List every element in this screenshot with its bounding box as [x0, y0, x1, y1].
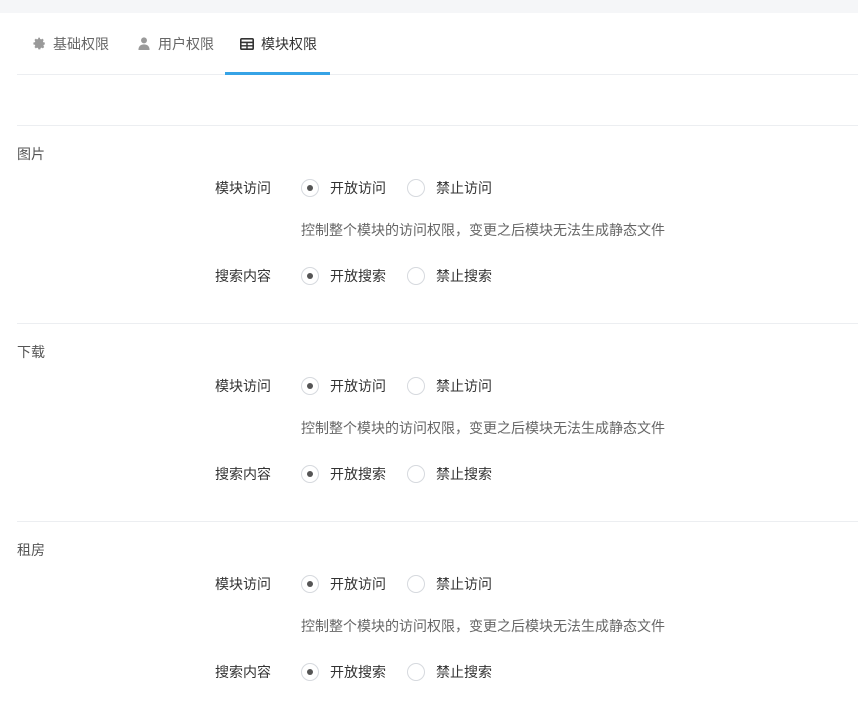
search-forbid-radio[interactable]: 禁止搜索 — [407, 464, 492, 484]
radio-circle[interactable] — [301, 377, 319, 395]
search-forbid-radio[interactable]: 禁止搜索 — [407, 662, 492, 682]
access-forbid-radio[interactable]: 禁止访问 — [407, 376, 492, 396]
access-label: 模块访问 — [215, 379, 271, 395]
option-label: 开放搜索 — [330, 665, 386, 681]
search-label: 搜索内容 — [215, 665, 271, 681]
access-forbid-radio[interactable]: 禁止访问 — [407, 178, 492, 198]
table-icon — [240, 37, 254, 51]
option-label: 禁止搜索 — [436, 665, 492, 681]
option-label: 开放搜索 — [330, 467, 386, 483]
option-label: 禁止访问 — [436, 379, 492, 395]
option-label: 开放访问 — [330, 181, 386, 197]
section-title: 图片 — [17, 147, 45, 163]
access-open-radio[interactable]: 开放访问 — [301, 574, 386, 594]
tab-module-permissions[interactable]: 模块权限 — [225, 13, 330, 75]
gear-icon — [32, 37, 46, 51]
radio-circle[interactable] — [407, 377, 425, 395]
tab-label: 模块权限 — [261, 36, 317, 53]
search-label: 搜索内容 — [215, 269, 271, 285]
section-title: 下载 — [17, 345, 45, 361]
top-strip — [0, 0, 858, 13]
search-open-radio[interactable]: 开放搜索 — [301, 464, 386, 484]
access-open-radio[interactable]: 开放访问 — [301, 376, 386, 396]
user-icon — [137, 37, 151, 51]
access-help-text: 控制整个模块的访问权限，变更之后模块无法生成静态文件 — [301, 619, 665, 635]
module-section-images: 图片 模块访问 开放访问 禁止访问 控制整个模块的访问权限，变更之后模块无法生成… — [17, 125, 858, 324]
option-label: 禁止访问 — [436, 181, 492, 197]
access-help-text: 控制整个模块的访问权限，变更之后模块无法生成静态文件 — [301, 421, 665, 437]
option-label: 开放访问 — [330, 379, 386, 395]
radio-circle[interactable] — [301, 465, 319, 483]
tab-basic-permissions[interactable]: 基础权限 — [32, 13, 109, 74]
option-label: 禁止搜索 — [436, 269, 492, 285]
tab-bar: 基础权限 用户权限 模块权限 — [17, 13, 858, 75]
module-section-downloads: 下载 模块访问 开放访问 禁止访问 控制整个模块的访问权限，变更之后模块无法生成… — [17, 323, 858, 522]
radio-circle[interactable] — [407, 179, 425, 197]
radio-circle[interactable] — [301, 179, 319, 197]
search-open-radio[interactable]: 开放搜索 — [301, 266, 386, 286]
radio-circle[interactable] — [301, 575, 319, 593]
module-section-rentals: 租房 模块访问 开放访问 禁止访问 控制整个模块的访问权限，变更之后模块无法生成… — [17, 521, 858, 711]
tab-label: 用户权限 — [158, 36, 214, 53]
section-title: 租房 — [17, 543, 45, 559]
access-open-radio[interactable]: 开放访问 — [301, 178, 386, 198]
access-label: 模块访问 — [215, 181, 271, 197]
search-open-radio[interactable]: 开放搜索 — [301, 662, 386, 682]
radio-circle[interactable] — [407, 465, 425, 483]
option-label: 禁止搜索 — [436, 467, 492, 483]
tab-label: 基础权限 — [53, 36, 109, 53]
radio-circle[interactable] — [301, 267, 319, 285]
radio-circle[interactable] — [407, 575, 425, 593]
access-help-text: 控制整个模块的访问权限，变更之后模块无法生成静态文件 — [301, 223, 665, 239]
radio-circle[interactable] — [301, 663, 319, 681]
access-label: 模块访问 — [215, 577, 271, 593]
search-forbid-radio[interactable]: 禁止搜索 — [407, 266, 492, 286]
option-label: 开放搜索 — [330, 269, 386, 285]
option-label: 开放访问 — [330, 577, 386, 593]
tab-user-permissions[interactable]: 用户权限 — [137, 13, 214, 74]
option-label: 禁止访问 — [436, 577, 492, 593]
search-label: 搜索内容 — [215, 467, 271, 483]
radio-circle[interactable] — [407, 267, 425, 285]
access-forbid-radio[interactable]: 禁止访问 — [407, 574, 492, 594]
radio-circle[interactable] — [407, 663, 425, 681]
